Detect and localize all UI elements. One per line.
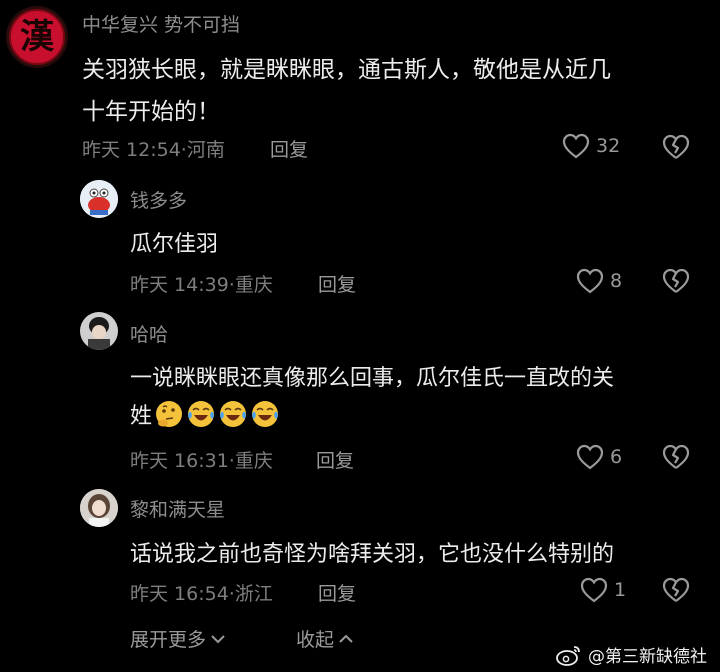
like-button[interactable]: 32 (562, 133, 620, 159)
like-count: 32 (596, 135, 621, 157)
avatar-glyph: 漢 (20, 17, 54, 57)
chevron-down-icon (211, 634, 225, 643)
comment-timestamp-location: 昨天 14:39·重庆 (130, 274, 273, 296)
laughing-crying-emoji (252, 401, 279, 427)
comment-timestamp-location: 昨天 16:54·浙江 (130, 583, 273, 605)
reply-button[interactable]: 回复 (270, 135, 308, 162)
comment-text-line: 十年开始的！ (82, 99, 220, 125)
watermark-text: @第三新缺德社 (588, 647, 707, 667)
avatar[interactable]: 漢 (6, 6, 68, 68)
heart-icon (576, 268, 604, 294)
avatar[interactable] (80, 180, 118, 218)
girl-photo-avatar-icon (80, 489, 118, 527)
dislike-button[interactable] (662, 268, 690, 298)
comment-username[interactable]: 哈哈 (130, 320, 168, 347)
like-count: 6 (610, 446, 623, 468)
dislike-button[interactable] (662, 134, 690, 164)
expand-more-button[interactable]: 展开更多 (130, 625, 226, 652)
like-count: 8 (610, 270, 623, 292)
chevron-up-icon (339, 634, 353, 643)
broken-heart-icon (662, 444, 690, 469)
dislike-button[interactable] (662, 444, 690, 474)
comment-text-line: 一说眯眯眼还真像那么回事，瓜尔佳氏一直改的关 (130, 366, 615, 391)
weibo-logo-icon (556, 645, 580, 666)
crab-cartoon-avatar-icon (80, 180, 118, 218)
avatar[interactable] (80, 489, 118, 527)
laughing-crying-emoji (188, 401, 215, 427)
watermark: @第三新缺德社 (556, 642, 707, 667)
person-photo-avatar-icon (80, 312, 118, 350)
collapse-button[interactable]: 收起 (296, 625, 354, 652)
comment-text-line: 瓜尔佳羽 (130, 232, 219, 257)
collapse-label: 收起 (296, 629, 335, 651)
laughing-crying-emoji (220, 401, 247, 427)
avatar[interactable] (80, 312, 118, 350)
broken-heart-icon (662, 134, 690, 159)
thinking-face-emoji (156, 401, 183, 427)
expand-more-label: 展开更多 (130, 629, 207, 651)
comment-text-line: 姓 (130, 398, 280, 430)
like-button[interactable]: 6 (576, 444, 622, 470)
dislike-button[interactable] (662, 577, 690, 607)
comment-text-fragment: 姓 (130, 404, 153, 429)
broken-heart-icon (662, 268, 690, 293)
comment-username[interactable]: 黎和满天星 (130, 495, 225, 522)
comment-timestamp-location: 昨天 12:54·河南 (82, 139, 225, 161)
comment-text-line: 话说我之前也奇怪为啥拜关羽，它也没什么特别的 (130, 542, 615, 567)
comment-username[interactable]: 中华复兴 势不可挡 (82, 10, 240, 37)
reply-button[interactable]: 回复 (316, 446, 354, 473)
broken-heart-icon (662, 577, 690, 602)
like-button[interactable]: 1 (580, 577, 626, 603)
reply-button[interactable]: 回复 (318, 270, 356, 297)
comment-username[interactable]: 钱多多 (130, 186, 187, 213)
comment-text-line: 关羽狭长眼，就是眯眯眼，通古斯人，敬他是从近几 (82, 57, 611, 83)
heart-icon (576, 444, 604, 470)
like-button[interactable]: 8 (576, 268, 622, 294)
reply-button[interactable]: 回复 (318, 579, 356, 606)
comment-timestamp-location: 昨天 16:31·重庆 (130, 450, 273, 472)
like-count: 1 (614, 579, 627, 601)
heart-icon (580, 577, 608, 603)
heart-icon (562, 133, 590, 159)
